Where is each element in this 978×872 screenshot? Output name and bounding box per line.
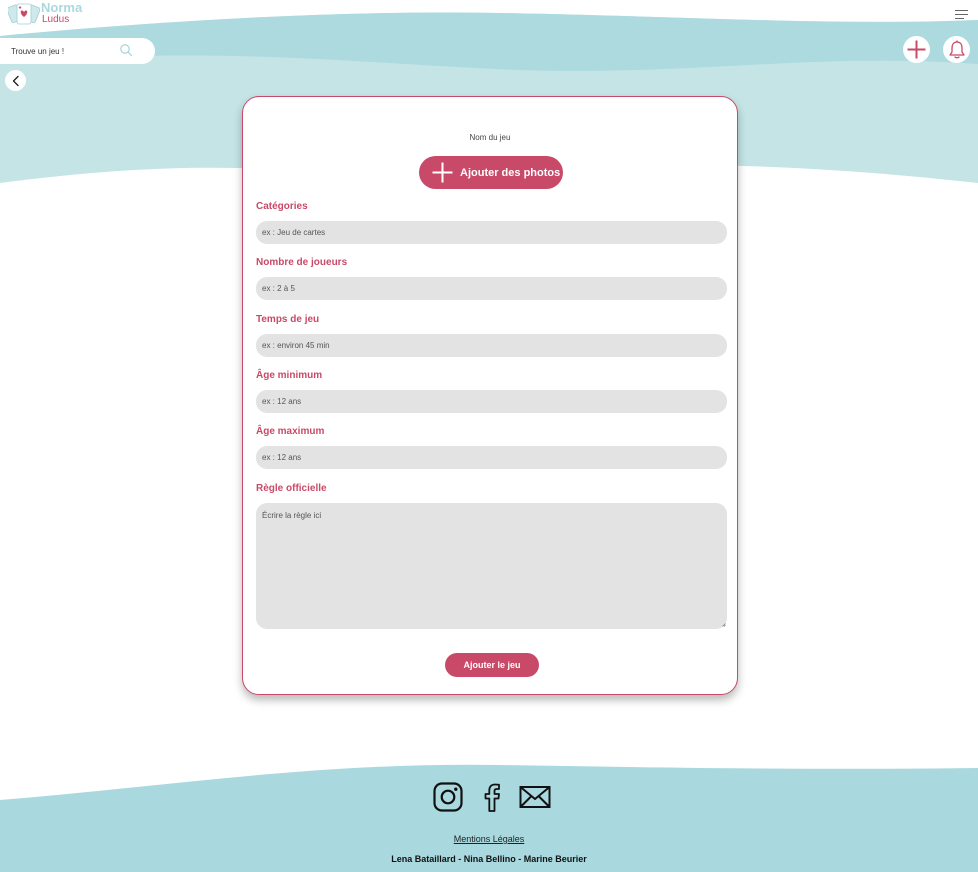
players-label: Nombre de joueurs [256,257,348,268]
notifications-button[interactable] [943,36,970,63]
brand-title: Norma [41,0,83,15]
brand-logo[interactable]: ♥ Norma Ludus [8,0,83,30]
search-icon[interactable] [119,43,133,57]
max-age-input[interactable] [256,446,727,469]
rules-label: Règle officielle [256,483,327,494]
game-name-label: Nom du jeu [469,133,511,142]
add-game-form: Nom du jeu Ajouter des photos Catégories… [242,96,738,695]
min-age-input[interactable] [256,390,727,413]
add-photos-label: Ajouter des photos [460,166,561,179]
search-bar [0,38,155,64]
play-time-input[interactable] [256,334,727,357]
play-time-label: Temps de jeu [256,314,320,325]
svg-text:♥: ♥ [19,6,22,10]
instagram-icon[interactable] [432,781,464,813]
resize-grip-icon[interactable] [722,623,726,627]
chevron-left-icon [12,75,19,86]
categories-input[interactable] [256,221,727,244]
add-game-submit-button[interactable]: Ajouter le jeu [445,653,539,677]
facebook-icon[interactable] [476,781,508,813]
bell-icon [948,40,965,58]
add-photos-button[interactable]: Ajouter des photos [419,156,563,189]
plus-icon [907,40,926,59]
legal-notices: Mentions Légales [0,834,978,844]
players-input[interactable] [256,277,727,300]
max-age-label: Âge maximum [256,426,325,437]
brand-subtitle: Ludus [42,14,70,25]
mail-icon[interactable] [519,781,551,813]
footer-credits: Lena Bataillard - Nina Bellino - Marine … [391,854,587,864]
add-game-button[interactable] [903,36,930,63]
categories-label: Catégories [256,201,308,212]
legal-notices-link[interactable]: Mentions Légales [454,834,525,844]
search-input[interactable] [11,46,111,56]
min-age-label: Âge minimum [256,370,323,381]
playing-cards-logo-icon: ♥ [8,3,40,25]
rules-textarea[interactable] [256,503,727,629]
plus-icon [432,162,453,183]
hamburger-menu-icon[interactable] [955,10,968,20]
back-button[interactable] [5,70,26,91]
